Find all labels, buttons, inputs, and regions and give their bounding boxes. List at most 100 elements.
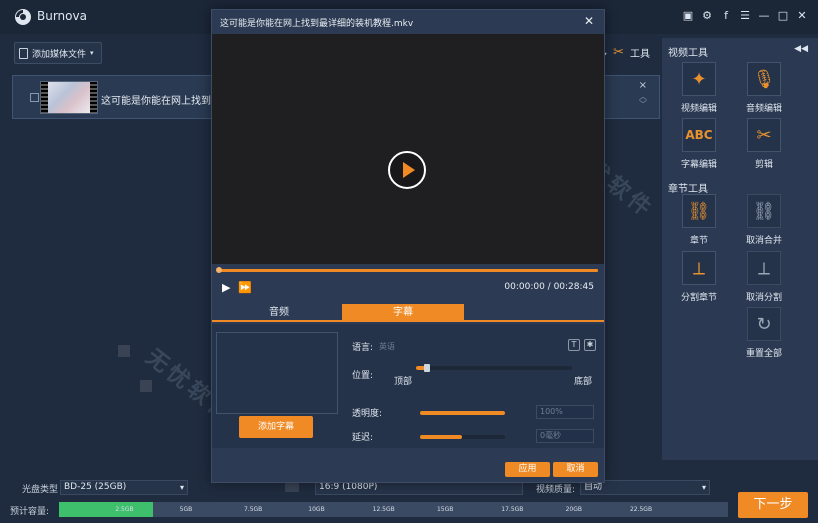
capacity-tick-label: 15GB bbox=[436, 506, 454, 513]
dialog-title: 这可能是你能在网上找到最详细的装机教程.mkv bbox=[220, 19, 414, 29]
app-name: Burnova bbox=[37, 9, 87, 23]
language-label: 语言: bbox=[352, 343, 374, 353]
dropdown-arrow-icon: ▾ bbox=[90, 49, 94, 57]
cancel-split-icon: ⟂ bbox=[747, 251, 781, 285]
tool-label: 字幕编辑 bbox=[680, 160, 717, 170]
magic-wand-icon: ✦ bbox=[682, 62, 716, 96]
opacity-label: 透明度: bbox=[352, 409, 383, 419]
subtitle-list[interactable] bbox=[216, 332, 338, 414]
link-icon: ⛓ bbox=[682, 194, 716, 228]
audio-edit-tool[interactable]: 🎙 音频编辑 bbox=[732, 62, 796, 114]
seek-bar[interactable] bbox=[218, 269, 598, 272]
close-window-button[interactable]: ✕ bbox=[796, 9, 808, 23]
unlink-icon: ⛓ bbox=[747, 194, 781, 228]
cancel-button[interactable]: 取消 bbox=[553, 462, 598, 477]
position-top-label: 顶部 bbox=[394, 377, 413, 387]
split-icon: ⟂ bbox=[682, 251, 716, 285]
play-video-icon[interactable] bbox=[388, 151, 426, 189]
capacity-tick-label: 2.5GB bbox=[115, 506, 134, 513]
video-edit-tool[interactable]: ✦ 视频编辑 bbox=[667, 62, 731, 114]
delay-value[interactable]: 0毫秒 bbox=[536, 429, 594, 443]
remove-file-icon[interactable]: × bbox=[639, 80, 647, 91]
chapter-tools-title: 章节工具 bbox=[668, 184, 708, 195]
settings-icon[interactable]: ✱ bbox=[584, 339, 596, 351]
add-subtitle-button[interactable]: 添加字幕 bbox=[239, 416, 313, 438]
menu-icon[interactable]: ☰ bbox=[739, 9, 751, 23]
subtitle-settings: 添加字幕 语言: 英语 T ✱ 位置: 顶部 底部 透明度: 100% 延迟: … bbox=[212, 324, 604, 478]
trim-tool[interactable]: ✂ 剪辑 bbox=[732, 118, 796, 170]
file-checkbox[interactable] bbox=[30, 93, 39, 102]
tool-label: 取消合并 bbox=[745, 236, 782, 246]
apply-button[interactable]: 应用 bbox=[505, 462, 550, 477]
collapse-panel-icon[interactable]: ◀◀ bbox=[794, 44, 808, 54]
dialog-tabs: 音频 字幕 bbox=[212, 304, 604, 322]
split-chapter-tool[interactable]: ⟂ 分割章节 bbox=[667, 251, 731, 303]
capacity-fill bbox=[59, 502, 153, 517]
tools-label[interactable]: 工具 bbox=[630, 45, 650, 60]
text-style-icon[interactable]: T bbox=[568, 339, 580, 351]
save-project-icon[interactable]: ▣ bbox=[682, 9, 694, 23]
add-media-button[interactable]: 添加媒体文件 ▾ bbox=[14, 42, 102, 64]
mosaic-block bbox=[140, 380, 152, 392]
facebook-icon[interactable]: f bbox=[720, 9, 732, 23]
tool-label: 取消分割 bbox=[745, 293, 782, 303]
delay-slider[interactable] bbox=[420, 435, 505, 439]
delay-fill bbox=[420, 435, 462, 439]
add-media-label: 添加媒体文件 bbox=[32, 49, 87, 60]
video-thumbnail bbox=[40, 81, 98, 114]
abc-icon: ABC bbox=[682, 118, 716, 152]
subtitle-dialog: 这可能是你能在网上找到最详细的装机教程.mkv ✕ ▶ ⏩ 00:00:00 /… bbox=[211, 9, 605, 483]
toolbar-right: 多 ✂ 工具 bbox=[597, 45, 650, 60]
microphone-icon: 🎙 bbox=[747, 62, 781, 96]
play-icon[interactable]: ▶ bbox=[222, 281, 230, 294]
language-actions: T ✱ bbox=[568, 339, 596, 351]
capacity-tick-label: 12.5GB bbox=[372, 506, 395, 513]
reset-icon: ↻ bbox=[747, 307, 781, 341]
tool-label: 剪辑 bbox=[754, 160, 773, 170]
delay-label: 延迟: bbox=[352, 433, 374, 443]
capacity-tick-label: 7.5GB bbox=[243, 506, 263, 513]
mosaic-block bbox=[118, 345, 130, 357]
position-handle[interactable] bbox=[424, 364, 430, 372]
video-preview[interactable] bbox=[212, 34, 604, 264]
window-controls: ▣ ⚙ f ☰ — □ ✕ bbox=[682, 9, 808, 23]
capacity-tick-label: 20GB bbox=[565, 506, 583, 513]
position-slider[interactable] bbox=[416, 364, 572, 372]
position-bottom-label: 底部 bbox=[574, 377, 593, 387]
opacity-slider[interactable] bbox=[420, 411, 505, 415]
tool-label: 音频编辑 bbox=[745, 104, 782, 114]
disc-type-select[interactable]: BD-25 (25GB) bbox=[60, 480, 188, 495]
cancel-merge-tool[interactable]: ⛓ 取消合并 bbox=[732, 194, 796, 246]
opacity-value[interactable]: 100% bbox=[536, 405, 594, 419]
minimize-button[interactable]: — bbox=[758, 9, 770, 23]
tool-label: 视频编辑 bbox=[680, 104, 717, 114]
dialog-footer: 应用 取消 bbox=[212, 450, 604, 482]
video-quality-label: 视频质量: bbox=[536, 485, 576, 495]
tool-label: 章节 bbox=[689, 236, 708, 246]
position-label: 位置: bbox=[352, 371, 374, 381]
capacity-tick-label: 5GB bbox=[179, 506, 193, 513]
scissors-icon: ✂ bbox=[747, 118, 781, 152]
capacity-tick-label: 22.5GB bbox=[629, 506, 653, 513]
app-logo-icon bbox=[15, 9, 31, 25]
tools-side-panel: 视频工具 ◀◀ ✦ 视频编辑 🎙 音频编辑 ABC 字幕编辑 ✂ 剪辑 章节工具… bbox=[662, 38, 818, 460]
reset-all-tool[interactable]: ↻ 重置全部 bbox=[732, 307, 796, 359]
language-select[interactable]: 英语 bbox=[379, 340, 579, 354]
maximize-button[interactable]: □ bbox=[777, 9, 789, 23]
tab-audio[interactable]: 音频 bbox=[218, 304, 340, 322]
subtitle-edit-tool[interactable]: ABC 字幕编辑 bbox=[667, 118, 731, 170]
cancel-split-tool[interactable]: ⟂ 取消分割 bbox=[732, 251, 796, 303]
tools-icon[interactable]: ✂ bbox=[613, 45, 624, 60]
tool-label: 分割章节 bbox=[680, 293, 717, 303]
merge-chapter-tool[interactable]: ⛓ 章节 bbox=[667, 194, 731, 246]
dialog-close-icon[interactable]: ✕ bbox=[584, 14, 594, 28]
capacity-tick-label: 10GB bbox=[308, 506, 325, 513]
fast-forward-icon[interactable]: ⏩ bbox=[238, 281, 252, 294]
next-step-button[interactable]: 下一步 bbox=[738, 492, 808, 518]
expand-arrows-icon[interactable]: ︿ ﹀ bbox=[639, 93, 647, 109]
tab-subtitle[interactable]: 字幕 bbox=[342, 304, 464, 322]
seek-handle[interactable] bbox=[216, 267, 222, 273]
playback-time: 00:00:00 / 00:28:45 bbox=[504, 282, 594, 292]
settings-icon[interactable]: ⚙ bbox=[701, 9, 713, 23]
video-tools-title: 视频工具 bbox=[668, 48, 708, 59]
